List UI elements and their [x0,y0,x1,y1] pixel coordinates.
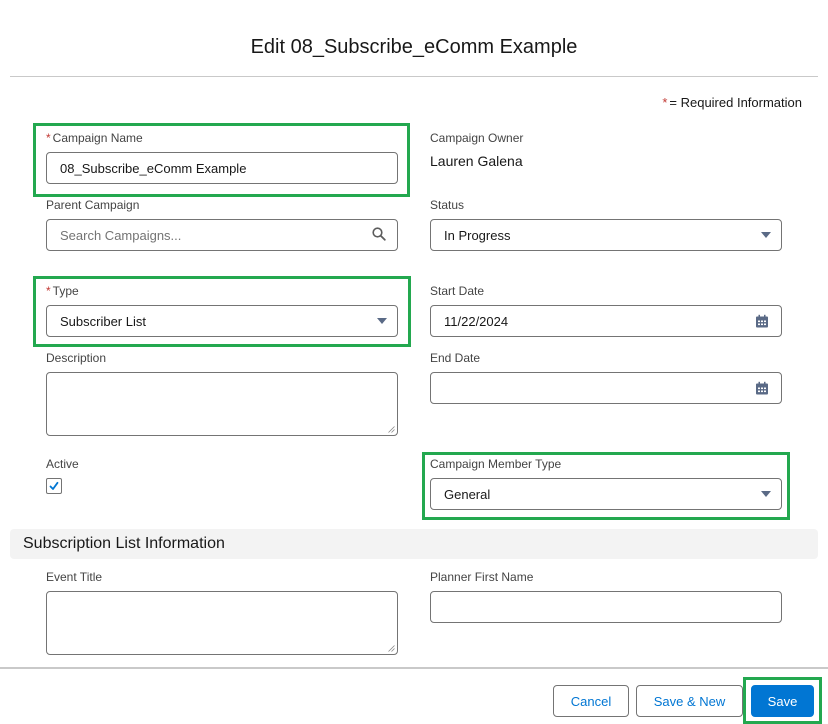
campaign-owner-label: Campaign Owner [430,131,524,145]
active-label: Active [46,457,79,471]
footer-divider [0,667,828,669]
parent-campaign-placeholder: Search Campaigns... [60,227,182,243]
required-info-legend: * = Required Information [662,95,802,110]
status-select[interactable]: In Progress [430,219,782,251]
event-title-textarea[interactable] [46,591,398,655]
header-divider [10,76,818,77]
end-date-input[interactable] [430,372,782,404]
status-value: In Progress [444,227,511,243]
status-label: Status [430,198,465,212]
active-checkbox[interactable] [46,478,62,494]
calendar-icon[interactable] [755,381,769,398]
campaign-owner-value: Lauren Galena [430,153,523,169]
start-date-label: Start Date [430,284,485,298]
parent-campaign-label: Parent Campaign [46,198,140,212]
required-info-text: = Required Information [669,95,802,110]
description-textarea[interactable] [46,372,398,436]
planner-first-name-label: Planner First Name [430,570,534,584]
modal-title: Edit 08_Subscribe_eComm Example [250,36,578,58]
parent-campaign-search-input[interactable]: Search Campaigns... [46,219,398,251]
highlight-campaign-member-type [422,452,790,520]
search-icon[interactable] [372,227,386,244]
resize-grip-icon[interactable] [388,645,395,652]
event-title-label: Event Title [46,570,103,584]
description-label: Description [46,351,107,365]
cancel-button[interactable]: Cancel [553,685,629,717]
section-header-subscription-list: Subscription List Information [10,529,818,559]
start-date-input[interactable]: 11/22/2024 [430,305,782,337]
highlight-type [33,276,411,347]
highlight-campaign-name [33,123,410,197]
start-date-value: 11/22/2024 [444,313,509,329]
checkmark-icon [49,481,59,490]
planner-first-name-input[interactable] [430,591,782,623]
save-and-new-button[interactable]: Save & New [636,685,743,717]
resize-grip-icon[interactable] [388,426,395,433]
chevron-down-icon [761,232,771,238]
end-date-label: End Date [430,351,481,365]
highlight-save [743,677,822,724]
section-title: Subscription List Information [23,535,225,552]
calendar-icon[interactable] [755,314,769,331]
required-asterisk: * [662,95,668,110]
